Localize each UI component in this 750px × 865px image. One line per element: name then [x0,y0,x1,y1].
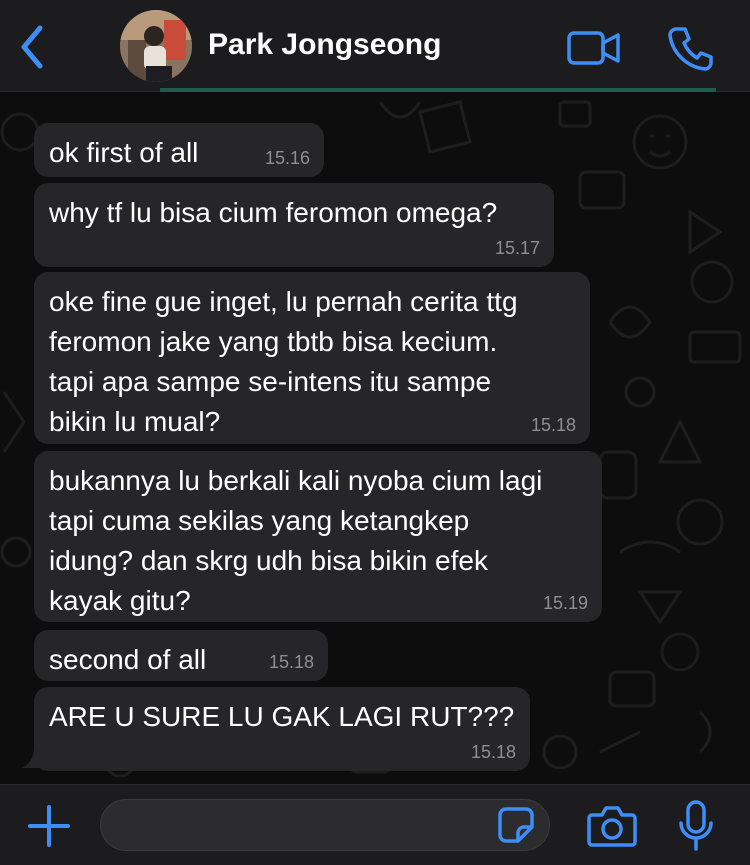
phone-icon [668,27,713,71]
chat-area[interactable]: ok first of all 15.16 why tf lu bisa ciu… [0,92,750,784]
video-call-button[interactable] [566,28,622,68]
bubble-tail [22,748,42,768]
message-input[interactable] [100,799,550,851]
composer-bar [0,784,750,865]
sticker-icon [498,807,534,843]
message-bubble[interactable]: ARE U SURE LU GAK LAGI RUT??? 15.18 [34,687,530,771]
message-text: ARE U SURE LU GAK LAGI RUT??? [49,701,515,732]
voice-call-button[interactable] [666,24,714,72]
chevron-left-icon [21,25,43,69]
sticker-button[interactable] [496,805,536,845]
microphone-icon [679,800,713,851]
voice-message-button[interactable] [676,799,716,853]
message-bubble[interactable]: oke fine gue inget, lu pernah cerita ttg… [34,272,590,444]
back-button[interactable] [14,22,50,72]
message-bubble[interactable]: why tf lu bisa cium feromon omega? 15.17 [34,183,554,267]
message-time: 15.16 [264,148,310,168]
message-text: why tf lu bisa cium feromon omega? [49,197,498,228]
message-bubble[interactable]: second of all 15.18 [34,630,328,681]
camera-icon [587,806,637,847]
video-camera-icon [567,31,620,65]
plus-icon [28,805,70,847]
message-text: oke fine gue inget, lu pernah cerita ttg… [49,286,518,437]
message-time: 15.18 [268,652,314,672]
avatar-image [120,10,192,82]
message-bubble[interactable]: bukannya lu berkali kali nyoba cium lagi… [34,451,602,622]
chat-header: Park Jongseong [0,0,750,92]
avatar[interactable] [120,10,192,82]
message-bubble[interactable]: ok first of all 15.16 [34,123,324,177]
message-text: bukannya lu berkali kali nyoba cium lagi… [49,465,543,616]
message-time: 15.17 [494,238,540,258]
attach-button[interactable] [26,803,72,849]
contact-name[interactable]: Park Jongseong [208,28,441,62]
message-time: 15.19 [542,593,588,613]
camera-button[interactable] [586,803,638,849]
message-time: 15.18 [530,415,576,435]
message-time: 15.18 [470,742,516,762]
